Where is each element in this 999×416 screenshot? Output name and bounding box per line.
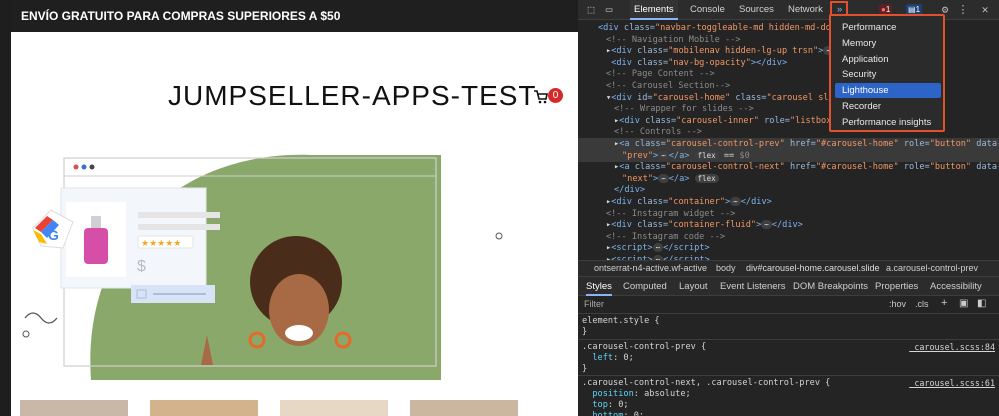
breadcrumb-item[interactable]: body <box>716 261 736 276</box>
close-devtools-icon[interactable]: ✕ <box>978 3 992 17</box>
tab-accessibility[interactable]: Accessibility <box>930 277 982 296</box>
rating-stars: ★★★★★ <box>141 239 181 249</box>
svg-text:G: G <box>48 227 59 243</box>
perfume-bottle <box>84 228 108 264</box>
tab-sources[interactable]: Sources <box>735 0 778 20</box>
style-rule-line[interactable]: element.style { <box>582 316 997 327</box>
tab-elements[interactable]: Elements <box>630 0 678 20</box>
left-gutter <box>0 0 11 416</box>
dom-node-line[interactable]: ▸<script> ⋯ </script> <box>578 242 999 254</box>
dom-node-line[interactable]: <!-- Instagram widget --> <box>578 208 999 220</box>
style-rule-line[interactable]: .carousel-control-prev {_carousel.scss:8… <box>582 342 997 353</box>
website-viewport: ENVÍO GRATUITO PARA COMPRAS SUPERIORES A… <box>0 0 578 416</box>
product-thumbnail[interactable] <box>280 400 388 416</box>
device-toolbar-icon[interactable]: ▭ <box>602 3 616 17</box>
message-icon: ▤ <box>908 5 916 14</box>
hov-toggle[interactable]: :hov <box>889 299 906 309</box>
toggle-sidebar-icon[interactable]: ◧ <box>977 298 986 309</box>
style-rule-line[interactable]: } <box>582 364 997 375</box>
product-thumbnail[interactable] <box>150 400 258 416</box>
menu-item-recorder[interactable]: Recorder <box>835 99 941 114</box>
style-rule-line[interactable]: } <box>582 327 997 338</box>
menu-item-lighthouse[interactable]: Lighthouse <box>835 83 941 99</box>
rule-separator <box>578 339 999 340</box>
cart-button[interactable]: 0 <box>534 87 564 107</box>
product-thumbnail[interactable] <box>410 400 518 416</box>
style-rule-line[interactable]: left: 0; <box>582 353 997 364</box>
hero-slide-image[interactable]: ★★★★★ $ G <box>11 150 578 380</box>
breadcrumb: ontserrat-n4-active.wf-active body div#c… <box>578 260 999 276</box>
dom-node-line[interactable]: </div> <box>578 184 999 196</box>
dom-node-line[interactable]: ▸<a class="carousel-control-prev" href="… <box>578 138 999 150</box>
tab-network[interactable]: Network <box>784 0 827 20</box>
dom-node-line[interactable]: "next"> ⋯ </a> flex <box>578 173 999 185</box>
tab-event-listeners[interactable]: Event Listeners <box>720 277 785 296</box>
style-rule-line[interactable]: .carousel-control-next, .carousel-contro… <box>582 378 997 389</box>
styles-subtabs: Styles Computed Layout Event Listeners D… <box>578 276 999 296</box>
cart-count-badge: 0 <box>548 88 563 103</box>
cart-icon <box>534 90 548 104</box>
breadcrumb-item[interactable]: a.carousel-control-prev <box>886 261 978 276</box>
stylesheet-source-link[interactable]: _carousel.scss:84 <box>909 342 995 353</box>
style-rule-line[interactable]: position: absolute; <box>582 389 997 400</box>
more-options-icon[interactable]: ⋮ <box>956 3 970 17</box>
tab-dom-breakpoints[interactable]: DOM Breakpoints <box>793 277 868 296</box>
dom-node-line[interactable]: "prev"> ⋯ </a> flex == $0 <box>578 149 999 162</box>
price-symbol-icon: $ <box>137 258 146 275</box>
dom-node-line[interactable]: ▸<div class="container"> ⋯ </div> <box>578 196 999 208</box>
tab-styles[interactable]: Styles <box>586 277 612 296</box>
store-title[interactable]: JUMPSELLER-APPS-TEST <box>168 80 537 112</box>
dom-node-line[interactable]: <!-- Instagram code --> <box>578 231 999 243</box>
tab-properties[interactable]: Properties <box>875 277 918 296</box>
dom-node-line[interactable]: ▸<a class="carousel-control-next" href="… <box>578 161 999 173</box>
filter-input[interactable]: Filter <box>584 299 604 309</box>
cls-toggle[interactable]: .cls <box>915 299 929 309</box>
dom-node-line[interactable]: ▸<div class="container-fluid"> ⋯ </div> <box>578 219 999 231</box>
style-rule-line[interactable]: top: 0; <box>582 400 997 411</box>
tab-computed[interactable]: Computed <box>623 277 667 296</box>
promo-banner: ENVÍO GRATUITO PARA COMPRAS SUPERIORES A… <box>11 0 578 32</box>
style-rule-line[interactable]: bottom: 0; <box>582 411 997 416</box>
breadcrumb-item[interactable]: ontserrat-n4-active.wf-active <box>594 261 707 276</box>
inspect-element-icon[interactable]: ⬚ <box>584 3 598 17</box>
menu-item-security[interactable]: Security <box>835 67 941 82</box>
menu-item-application[interactable]: Application <box>835 52 941 67</box>
tab-console[interactable]: Console <box>686 0 729 20</box>
styles-pane[interactable]: element.style {} .carousel-control-prev {… <box>578 314 999 416</box>
more-tabs-menu: Performance Memory Application Security Ligh… <box>829 14 945 132</box>
new-style-rule-icon[interactable]: + <box>941 297 947 309</box>
rule-separator <box>578 375 999 376</box>
menu-item-performance[interactable]: Performance <box>835 20 941 35</box>
breadcrumb-item[interactable]: div#carousel-home.carousel.slide <box>746 261 880 276</box>
product-thumbnail[interactable] <box>20 400 128 416</box>
stylesheet-source-link[interactable]: _carousel.scss:61 <box>909 378 995 389</box>
menu-item-performance-insights[interactable]: Performance insights <box>835 115 941 130</box>
menu-item-memory[interactable]: Memory <box>835 36 941 51</box>
computed-sidebar-icon[interactable]: ▣ <box>959 298 968 309</box>
tab-layout[interactable]: Layout <box>679 277 708 296</box>
styles-filter-bar: Filter :hov .cls + ▣ ◧ <box>578 296 999 314</box>
